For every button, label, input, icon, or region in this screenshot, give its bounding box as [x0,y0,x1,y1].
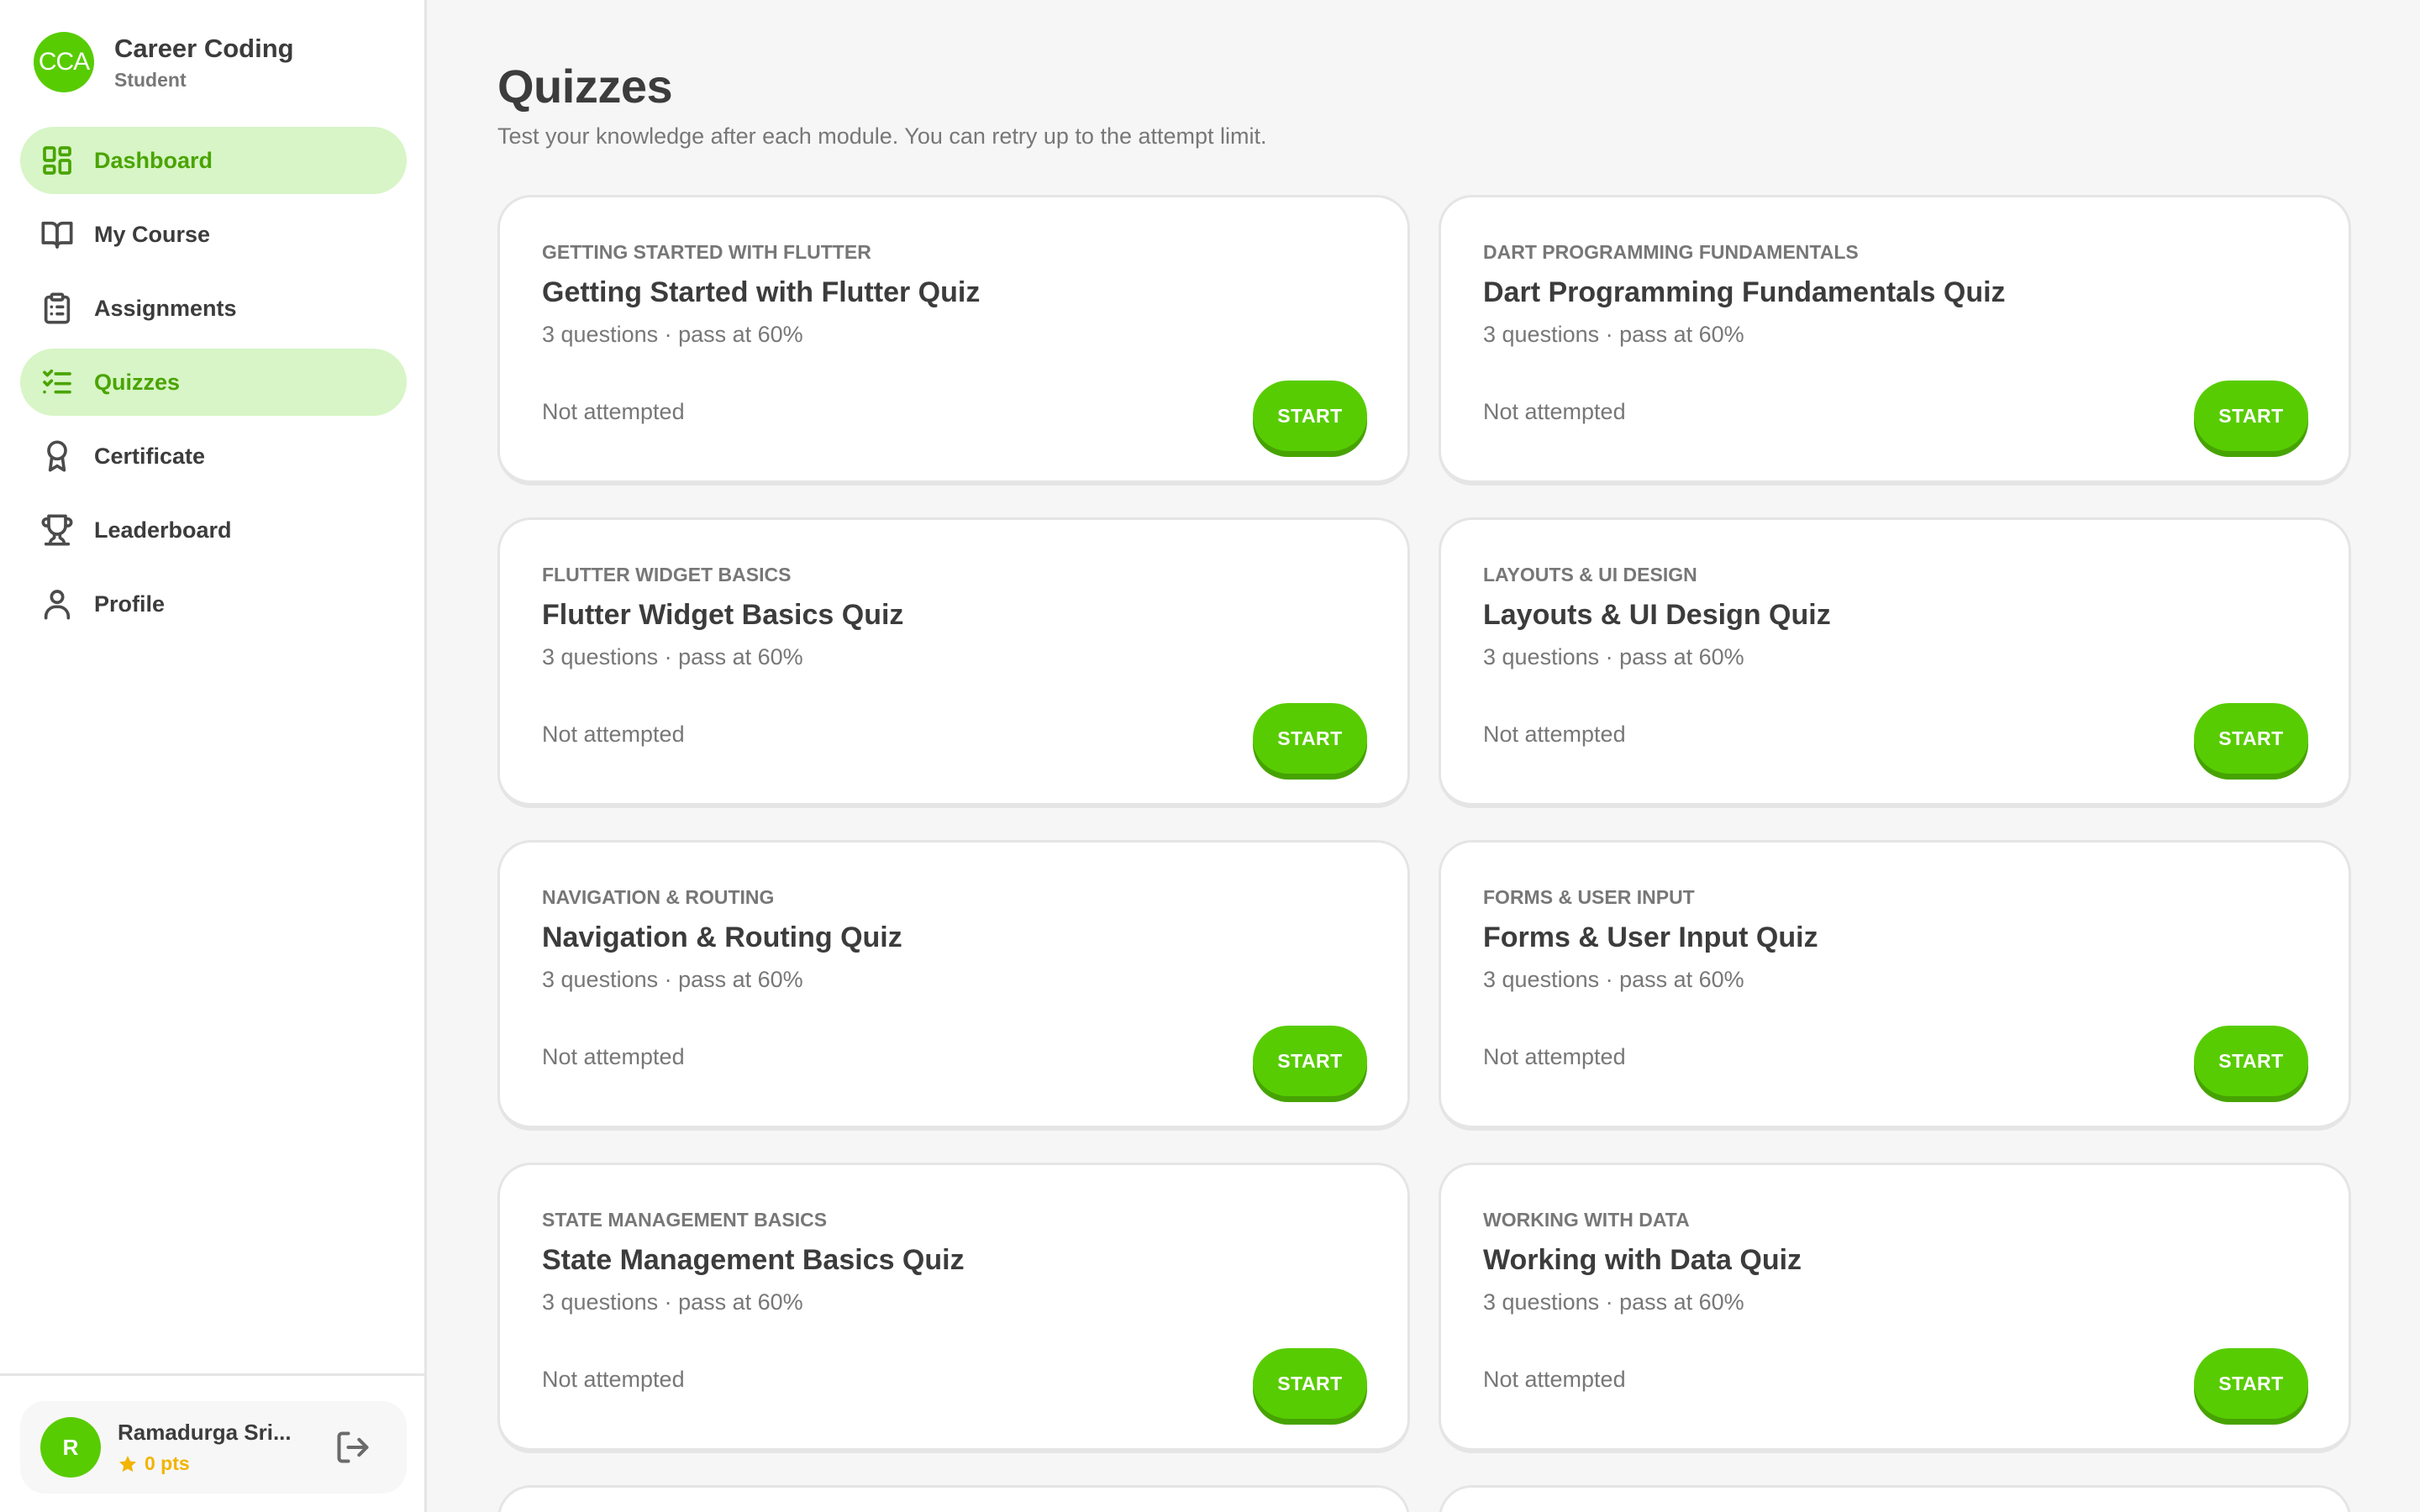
quiz-meta: 3 questions · pass at 60% [1483,322,1744,347]
start-quiz-button[interactable]: START [1253,1026,1367,1096]
quiz-status: Not attempted [542,399,685,424]
quiz-status: Not attempted [1483,1044,1626,1069]
sidebar-item-assignments[interactable]: Assignments [20,275,407,342]
quiz-card: NAVIGATION & ROUTING Navigation & Routin… [497,840,1410,1131]
quiz-card: FLUTTER WIDGET BASICS Flutter Widget Bas… [497,517,1410,808]
quiz-card-partial [497,1485,1410,1512]
quiz-status: Not attempted [1483,1367,1626,1392]
quiz-module: FLUTTER WIDGET BASICS [542,564,792,585]
quiz-module: GETTING STARTED WITH FLUTTER [542,241,871,263]
quiz-card: LAYOUTS & UI DESIGN Layouts & UI Design … [1439,517,2351,808]
page-title: Quizzes [497,60,673,113]
avatar: R [40,1417,101,1478]
quiz-grid: GETTING STARTED WITH FLUTTER Getting Sta… [497,195,2351,1512]
quiz-title: Flutter Widget Basics Quiz [542,599,904,631]
award-icon [47,440,67,472]
sidebar-item-leaderboard[interactable]: Leaderboard [20,496,407,564]
quiz-status: Not attempted [542,722,685,747]
quiz-meta: 3 questions · pass at 60% [1483,644,1744,669]
quiz-title: Working with Data Quiz [1483,1244,1802,1276]
quiz-title: Getting Started with Flutter Quiz [542,276,981,308]
trophy-icon [41,514,73,546]
sidebar-item-label: Quizzes [94,369,181,395]
quiz-meta: 3 questions · pass at 60% [542,322,803,347]
logout-icon [337,1431,369,1463]
brand-text: Career Coding Student [114,34,294,92]
user-info: Ramadurga Sri... 0 pts [118,1420,328,1475]
main-content: Quizzes Test your knowledge after each m… [427,0,2420,1512]
sidebar-item-label: Profile [94,591,166,617]
book-icon [41,221,73,249]
quiz-card: DART PROGRAMMING FUNDAMENTALS Dart Progr… [1439,195,2351,486]
sidebar-item-quizzes[interactable]: Quizzes [20,349,407,416]
quiz-module: DART PROGRAMMING FUNDAMENTALS [1483,241,1859,263]
quiz-meta: 3 questions · pass at 60% [1483,967,1744,992]
logout-button[interactable] [334,1429,371,1466]
quiz-meta: 3 questions · pass at 60% [542,1289,803,1315]
sidebar: CCA Career Coding Student Dashboard My C… [0,0,427,1512]
sidebar-item-dashboard[interactable]: Dashboard [20,127,407,194]
start-quiz-button[interactable]: START [2194,1348,2308,1419]
quiz-title: Dart Programming Fundamentals Quiz [1483,276,2006,308]
quiz-module: FORMS & USER INPUT [1483,886,1695,908]
quiz-status: Not attempted [1483,722,1626,747]
quiz-module: STATE MANAGEMENT BASICS [542,1209,828,1231]
quiz-status: Not attempted [542,1044,685,1069]
sidebar-item-my-course[interactable]: My Course [20,201,407,268]
quiz-meta: 3 questions · pass at 60% [542,967,803,992]
sidebar-item-label: Assignments [94,295,237,321]
sidebar-footer: R Ramadurga Sri... 0 pts [0,1373,424,1512]
sidebar-nav: Dashboard My Course Assignments Quizzes … [20,127,407,644]
brand-name: Career Coding [114,33,294,63]
start-quiz-button[interactable]: START [2194,703,2308,774]
user-points: 0 pts [118,1452,328,1475]
quiz-module: LAYOUTS & UI DESIGN [1483,564,1697,585]
brand[interactable]: CCA Career Coding Student [34,32,294,92]
quiz-title: Layouts & UI Design Quiz [1483,599,1831,631]
points-value: 0 pts [145,1452,190,1474]
start-quiz-button[interactable]: START [1253,703,1367,774]
start-quiz-button[interactable]: START [2194,381,2308,451]
app-window: CCA Career Coding Student Dashboard My C… [0,0,2420,1512]
quiz-meta: 3 questions · pass at 60% [1483,1289,1744,1315]
quiz-meta: 3 questions · pass at 60% [542,644,803,669]
user-role: Student [114,68,187,91]
sidebar-item-label: Leaderboard [94,517,232,543]
sidebar-item-label: Certificate [94,443,206,469]
clipboard-icon [44,292,71,324]
start-quiz-button[interactable]: START [1253,381,1367,451]
quiz-card: WORKING WITH DATA Working with Data Quiz… [1439,1163,2351,1453]
start-quiz-button[interactable]: START [2194,1026,2308,1096]
quiz-card: FORMS & USER INPUT Forms & User Input Qu… [1439,840,2351,1131]
quiz-title: Forms & User Input Quiz [1483,921,1818,953]
start-quiz-button[interactable]: START [1253,1348,1367,1419]
quiz-module: NAVIGATION & ROUTING [542,886,775,908]
quiz-card: GETTING STARTED WITH FLUTTER Getting Sta… [497,195,1410,486]
quiz-module: WORKING WITH DATA [1483,1209,1690,1231]
sidebar-item-label: Dashboard [94,147,213,173]
quiz-title: Navigation & Routing Quiz [542,921,902,953]
user-icon [44,590,71,620]
checklist-icon [43,369,71,394]
quiz-card-partial [1439,1485,2351,1512]
quiz-title: State Management Basics Quiz [542,1244,965,1276]
user-card[interactable]: R Ramadurga Sri... 0 pts [20,1401,407,1494]
sidebar-item-label: My Course [94,221,211,247]
dashboard-icon [43,146,71,175]
sidebar-item-profile[interactable]: Profile [20,570,407,638]
brand-logo: CCA [34,32,94,92]
quiz-status: Not attempted [542,1367,685,1392]
quiz-card: STATE MANAGEMENT BASICS State Management… [497,1163,1410,1453]
user-name: Ramadurga Sri... [118,1420,292,1445]
sidebar-item-certificate[interactable]: Certificate [20,423,407,490]
quiz-status: Not attempted [1483,399,1626,424]
star-icon [119,1455,136,1472]
page-subtitle: Test your knowledge after each module. Y… [497,123,1267,149]
